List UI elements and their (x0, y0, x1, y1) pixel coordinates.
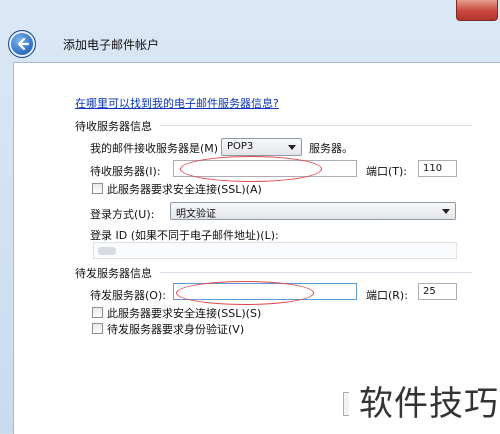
incoming-ssl-checkbox[interactable] (92, 183, 103, 194)
outgoing-server-input[interactable] (173, 283, 357, 300)
back-arrow-icon (17, 37, 30, 51)
login-method-select[interactable]: 明文验证 (170, 202, 456, 220)
login-id-input[interactable] (93, 242, 457, 259)
watermark: 软件技巧 (349, 364, 500, 433)
outgoing-section-title: 待发服务器信息 (75, 267, 152, 280)
outgoing-ssl-label: 此服务器要求安全连接(SSL)(S) (107, 307, 262, 320)
incoming-port-input[interactable]: 110 (418, 160, 457, 177)
outgoing-auth-label: 待发服务器要求身份验证(V) (107, 323, 245, 336)
close-button[interactable] (456, 0, 498, 21)
add-email-account-window: 添加电子邮件帐户 在哪里可以找到我的电子邮件服务器信息? 待收服务器信息 我的邮… (0, 0, 500, 434)
outgoing-port-input[interactable]: 25 (418, 283, 457, 300)
server-type-suffix: 服务器。 (309, 142, 353, 155)
redacted-text (98, 247, 116, 255)
login-method-label: 登录方式(U): (90, 208, 155, 221)
server-type-select[interactable]: POP3 (221, 138, 302, 156)
incoming-server-label: 待收服务器(I): (90, 165, 161, 178)
server-info-help-link[interactable]: 在哪里可以找到我的电子邮件服务器信息? (75, 95, 279, 111)
watermark-text: 软件技巧 (359, 384, 499, 424)
chevron-down-icon (442, 209, 450, 214)
incoming-section-title: 待收服务器信息 (75, 120, 152, 133)
outgoing-auth-checkbox[interactable] (92, 323, 103, 334)
server-type-value: POP3 (227, 141, 254, 152)
incoming-ssl-label: 此服务器要求安全连接(SSL)(A) (107, 183, 262, 196)
title-bar: 添加电子邮件帐户 (0, 0, 500, 62)
incoming-port-label: 端口(T): (366, 165, 408, 178)
chevron-down-icon (288, 145, 296, 150)
outgoing-port-label: 端口(R): (366, 289, 408, 302)
outgoing-section-divider (160, 272, 472, 273)
outgoing-ssl-checkbox[interactable] (92, 307, 103, 318)
login-method-value: 明文验证 (176, 209, 216, 220)
incoming-server-input[interactable] (173, 160, 357, 177)
login-id-label: 登录 ID (如果不同于电子邮件地址)(L): (90, 229, 279, 242)
incoming-section-divider (160, 125, 472, 126)
back-button[interactable] (8, 30, 36, 58)
server-type-label: 我的邮件接收服务器是(M) (90, 142, 219, 155)
window-title: 添加电子邮件帐户 (63, 38, 160, 52)
outgoing-server-label: 待发服务器(O): (90, 289, 166, 302)
